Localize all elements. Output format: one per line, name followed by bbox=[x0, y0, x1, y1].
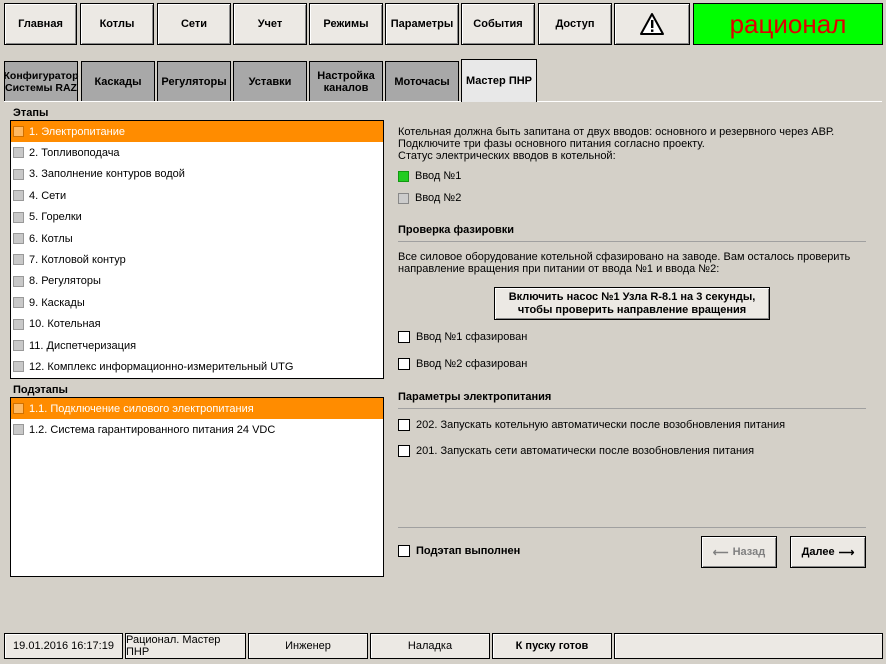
back-button[interactable]: ⟵ Назад bbox=[701, 536, 777, 568]
list-item[interactable]: 4. Сети bbox=[11, 185, 383, 206]
input2-status: Ввод №2 bbox=[398, 192, 461, 204]
param-202[interactable]: 202. Запускать котельную автоматически п… bbox=[398, 419, 785, 431]
input1-status: Ввод №1 bbox=[398, 170, 461, 182]
tab-cascades[interactable]: Каскады bbox=[81, 61, 155, 101]
list-item[interactable]: 8. Регуляторы bbox=[11, 271, 383, 292]
tab-regulators[interactable]: Регуляторы bbox=[157, 61, 231, 101]
check-input2-phased[interactable]: Ввод №2 сфазирован bbox=[398, 358, 527, 370]
tab-motor-hours[interactable]: Моточасы bbox=[385, 61, 459, 101]
warning-icon bbox=[640, 13, 664, 35]
arrow-right-icon: ⟶ bbox=[838, 546, 855, 559]
next-button-label: Далее bbox=[801, 546, 835, 558]
nav-parameters[interactable]: Параметры bbox=[385, 3, 459, 45]
list-item[interactable]: 5. Горелки bbox=[11, 207, 383, 228]
param-201[interactable]: 201. Запускать сети автоматически после … bbox=[398, 445, 754, 457]
checkbox-label: Ввод №2 сфазирован bbox=[416, 358, 528, 370]
nav-accounting[interactable]: Учет bbox=[233, 3, 307, 45]
tab-configurator[interactable]: Конфигуратор Системы RAZ bbox=[4, 61, 78, 101]
substages-list: 1.1. Подключение силового электропитания… bbox=[10, 397, 384, 577]
checkbox-label: 201. Запускать сети автоматически после … bbox=[416, 445, 755, 457]
intro-text-3: Статус электрических вводов в котельной: bbox=[398, 150, 616, 162]
checkbox[interactable] bbox=[398, 445, 410, 457]
stages-title: Этапы bbox=[13, 107, 49, 119]
status-user[interactable]: Инженер bbox=[248, 633, 368, 659]
checkbox[interactable] bbox=[398, 545, 410, 557]
input1-label: Ввод №1 bbox=[415, 170, 462, 182]
nav-boilers[interactable]: Котлы bbox=[80, 3, 154, 45]
list-item[interactable]: 11. Диспетчеризация bbox=[11, 335, 383, 356]
input2-label: Ввод №2 bbox=[415, 192, 462, 204]
checkbox[interactable] bbox=[398, 419, 410, 431]
arrow-left-icon: ⟵ bbox=[712, 546, 729, 559]
pump-button-line-2: чтобы проверить направление вращения bbox=[517, 303, 747, 316]
power-params-title: Параметры электропитания bbox=[398, 391, 552, 403]
status-indicator bbox=[398, 170, 409, 182]
list-item[interactable]: 9. Каскады bbox=[11, 292, 383, 313]
checkbox[interactable] bbox=[398, 331, 410, 343]
status-datetime: 19.01.2016 16:17:19 bbox=[4, 633, 123, 659]
status-state: Наладка bbox=[370, 633, 490, 659]
tab-commissioning-wizard[interactable]: Мастер ПНР bbox=[461, 59, 537, 102]
pump-button-line-1: Включить насос №1 Узла R-8.1 на 3 секунд… bbox=[508, 290, 756, 303]
tab-setpoints[interactable]: Уставки bbox=[233, 61, 307, 101]
list-item[interactable]: 10. Котельная bbox=[11, 314, 383, 335]
nav-modes[interactable]: Режимы bbox=[309, 3, 383, 45]
phase-text-2: направление вращения при питании от ввод… bbox=[398, 263, 720, 275]
checkbox-label: Подэтап выполнен bbox=[416, 545, 521, 557]
brand-logo: рационал bbox=[693, 3, 883, 45]
list-item[interactable]: 6. Котлы bbox=[11, 228, 383, 249]
list-item[interactable]: 1. Электропитание bbox=[11, 121, 383, 142]
start-pump-button[interactable]: Включить насос №1 Узла R-8.1 на 3 секунд… bbox=[494, 287, 770, 320]
checkbox[interactable] bbox=[398, 358, 410, 370]
checkbox-label: Ввод №1 сфазирован bbox=[416, 331, 528, 343]
nav-events[interactable]: События bbox=[461, 3, 535, 45]
phase-check-title: Проверка фазировки bbox=[398, 224, 515, 236]
nav-networks[interactable]: Сети bbox=[157, 3, 231, 45]
substages-title: Подэтапы bbox=[13, 384, 68, 396]
back-button-label: Назад bbox=[732, 546, 766, 558]
alert-button[interactable] bbox=[614, 3, 690, 45]
list-item[interactable]: 12. Комплекс информационно-измерительный… bbox=[11, 356, 383, 377]
check-input1-phased[interactable]: Ввод №1 сфазирован bbox=[398, 331, 527, 343]
stages-list: 1. Электропитание 2. Топливоподача 3. За… bbox=[10, 120, 384, 379]
divider bbox=[398, 408, 866, 409]
divider bbox=[398, 527, 866, 528]
list-item[interactable]: 2. Топливоподача bbox=[11, 142, 383, 163]
status-indicator bbox=[398, 192, 409, 204]
divider bbox=[398, 241, 866, 242]
list-item[interactable]: 1.2. Система гарантированного питания 24… bbox=[11, 419, 383, 440]
status-empty bbox=[614, 633, 883, 659]
status-mode: Рационал. Мастер ПНР bbox=[125, 633, 246, 659]
status-ready: К пуску готов bbox=[492, 633, 612, 659]
substage-done[interactable]: Подэтап выполнен bbox=[398, 545, 520, 557]
nav-main[interactable]: Главная bbox=[4, 3, 77, 45]
list-item[interactable]: 1.1. Подключение силового электропитания bbox=[11, 398, 383, 419]
next-button[interactable]: Далее ⟶ bbox=[790, 536, 866, 568]
tab-channel-settings[interactable]: Настройка каналов bbox=[309, 61, 383, 101]
nav-access[interactable]: Доступ bbox=[538, 3, 612, 45]
list-item[interactable]: 3. Заполнение контуров водой bbox=[11, 164, 383, 185]
checkbox-label: 202. Запускать котельную автоматически п… bbox=[416, 419, 786, 431]
list-item[interactable]: 7. Котловой контур bbox=[11, 249, 383, 270]
